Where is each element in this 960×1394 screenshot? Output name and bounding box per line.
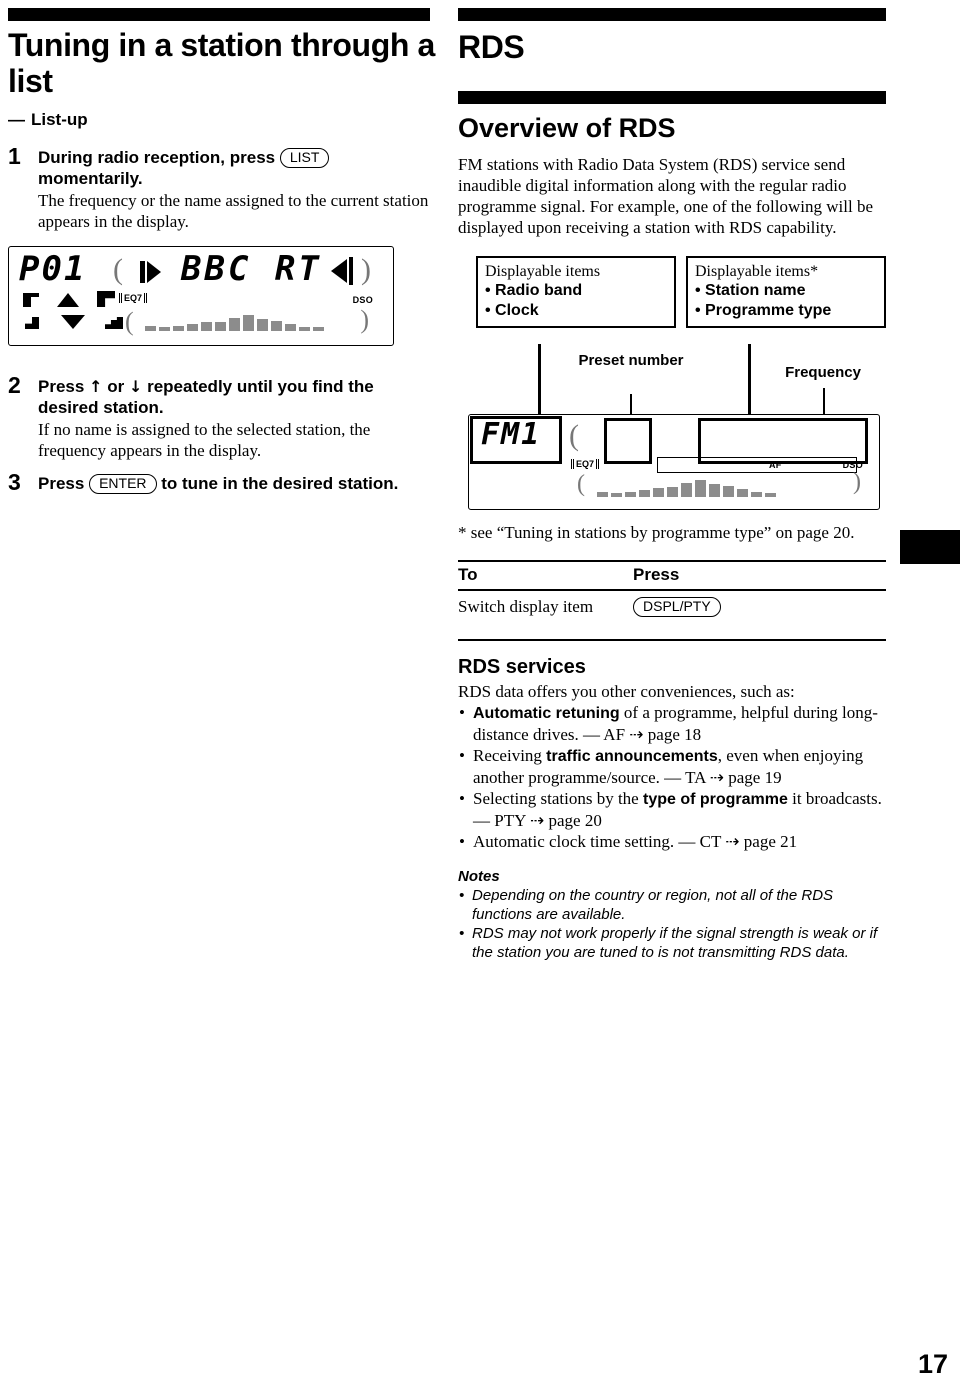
subtitle-text: List-up [31, 110, 88, 129]
page-title-right: RDS [458, 29, 525, 65]
manual-page: Tuning in a station through a list — List… [0, 0, 960, 1394]
step-2-heading: Press ↑ or ↓ repeatedly until you find t… [38, 376, 438, 418]
lcd2-spectrum-analyzer [597, 477, 776, 497]
svc-0-bold: Automatic retuning [473, 705, 620, 722]
step-1: 1 During radio reception, press LIST mom… [8, 143, 438, 232]
callout-right-box: Displayable items* Station name Programm… [686, 256, 886, 328]
section-rule [458, 91, 886, 104]
callout-left-box: Displayable items Radio band Clock [476, 256, 676, 328]
svc-1-bold: traffic announcements [546, 748, 718, 765]
svc-2-bold: type of programme [642, 791, 788, 808]
rds-services-lead: RDS data offers you other conveniences, … [458, 682, 795, 701]
lcd-display-1: P01 ( BBC RT ) EQ7 DSO () [8, 246, 394, 346]
svc-2-pre: Selecting stations by the [473, 789, 643, 808]
preset-number-label: Preset number [578, 352, 684, 369]
spectrum-analyzer [145, 313, 324, 331]
table-header-to: To [458, 560, 633, 591]
callout-left-item-0: Radio band [485, 281, 667, 301]
dspl-pty-button[interactable]: DSPL/PTY [633, 597, 721, 617]
rds-intro-paragraph: FM stations with Radio Data System (RDS)… [458, 155, 873, 237]
page-number: 17 [917, 1349, 948, 1379]
lcd2-eq-indicator: EQ7 [571, 459, 600, 469]
arrow-up-icon[interactable]: ↑ [89, 377, 102, 396]
notes-heading: Notes [458, 868, 500, 885]
indicator-icon-1b [23, 293, 39, 297]
notes-list: Depending on the country or region, not … [458, 886, 886, 962]
step-2-head-mid: or [107, 377, 125, 396]
step-3-heading: Press ENTER to tune in the desired stati… [38, 473, 438, 494]
lcd1-station-text: BBC RT [181, 249, 322, 289]
eq-indicator: EQ7 [119, 293, 148, 303]
chapter-tab-marker [900, 530, 960, 564]
step-1-number: 1 [8, 143, 21, 169]
callout-right-title: Displayable items* [695, 263, 819, 280]
list-button[interactable]: LIST [279, 148, 330, 168]
callout-right-item-1: Programme type [695, 301, 877, 321]
lcd-display-1-wrap: P01 ( BBC RT ) EQ7 DSO () [8, 246, 438, 358]
indicator-icon-5 [61, 315, 85, 329]
left-column: Tuning in a station through a list — List… [8, 0, 438, 494]
right-column: RDS Overview of RDS FM stations with Rad… [458, 0, 886, 962]
table-header-press: Press [633, 560, 886, 591]
note-item: RDS may not work properly if the signal … [458, 924, 886, 962]
highlight-preset-field [604, 418, 652, 464]
table-cell-press: DSPL/PTY [633, 590, 886, 641]
step-3: 3 Press ENTER to tune in the desired sta… [8, 469, 438, 495]
lcd1-preset-number: P01 [19, 249, 87, 289]
callout-left-item-1: Clock [485, 301, 667, 321]
table-header-row: To Press [458, 560, 886, 591]
play-bar-icon [140, 261, 145, 283]
rds-service-item: Receiving traffic announcements, even wh… [458, 745, 886, 788]
rds-services-heading: RDS services [458, 656, 586, 678]
note-item: Depending on the country or region, not … [458, 886, 886, 924]
rds-service-item: Selecting stations by the type of progra… [458, 788, 886, 831]
step-2-number: 2 [8, 372, 21, 398]
arrow-down-icon[interactable]: ↓ [129, 377, 142, 396]
step-1-heading: During radio reception, press LIST momen… [38, 147, 438, 189]
speaker-wave-icon [349, 257, 353, 285]
step-3-number: 3 [8, 469, 21, 495]
step-2-body: If no name is assigned to the selected s… [38, 420, 371, 460]
indicator-icon-2 [57, 293, 79, 307]
connector-preset-number [630, 394, 632, 416]
dso-indicator: DSO [352, 295, 373, 305]
indicator-icon-6 [105, 317, 123, 329]
callout-left-title: Displayable items [485, 263, 601, 280]
play-icon [147, 261, 161, 283]
rds-service-item: Automatic retuning of a programme, helpf… [458, 702, 886, 745]
section-heading: Overview of RDS [458, 113, 676, 143]
speaker-icon [331, 259, 347, 283]
footnote-text: * see “Tuning in stations by programme t… [458, 523, 855, 542]
svc-3-pre: Automatic clock time setting. — CT ⇢ pag… [473, 832, 798, 851]
chapter-rule-left [8, 8, 430, 21]
subtitle-dash: — [8, 110, 25, 129]
indicator-icon-3 [97, 291, 115, 307]
chapter-rule-right [458, 8, 886, 21]
indicator-icon-4 [25, 317, 39, 329]
highlight-frequency-field [698, 418, 868, 464]
table-row: Switch display item DSPL/PTY [458, 590, 886, 641]
step-2-head-before: Press [38, 377, 85, 396]
step-3-head-before: Press [38, 474, 85, 493]
rds-service-item: Automatic clock time setting. — CT ⇢ pag… [458, 831, 886, 853]
step-1-head-before: During radio reception, press [38, 148, 276, 167]
svc-1-pre: Receiving [473, 746, 547, 765]
connector-radio-band [538, 344, 541, 416]
rds-display-diagram: Displayable items Radio band Clock Displ… [458, 256, 886, 516]
highlight-band-field [470, 416, 562, 464]
page-title-left: Tuning in a station through a list [8, 27, 435, 99]
step-1-body: The frequency or the name assigned to th… [38, 191, 429, 231]
left-subtitle: — List-up [8, 109, 438, 131]
rds-services-list: Automatic retuning of a programme, helpf… [458, 702, 886, 853]
callout-right-item-0: Station name [695, 281, 877, 301]
connector-frequency [823, 388, 825, 416]
step-2: 2 Press ↑ or ↓ repeatedly until you find… [8, 372, 438, 461]
operations-table: To Press Switch display item DSPL/PTY [458, 560, 886, 641]
enter-button[interactable]: ENTER [89, 474, 157, 494]
step-3-head-after: to tune in the desired station. [161, 474, 399, 493]
table-cell-to: Switch display item [458, 590, 633, 641]
step-1-head-after: momentarily. [38, 169, 143, 188]
frequency-label: Frequency [785, 364, 861, 381]
